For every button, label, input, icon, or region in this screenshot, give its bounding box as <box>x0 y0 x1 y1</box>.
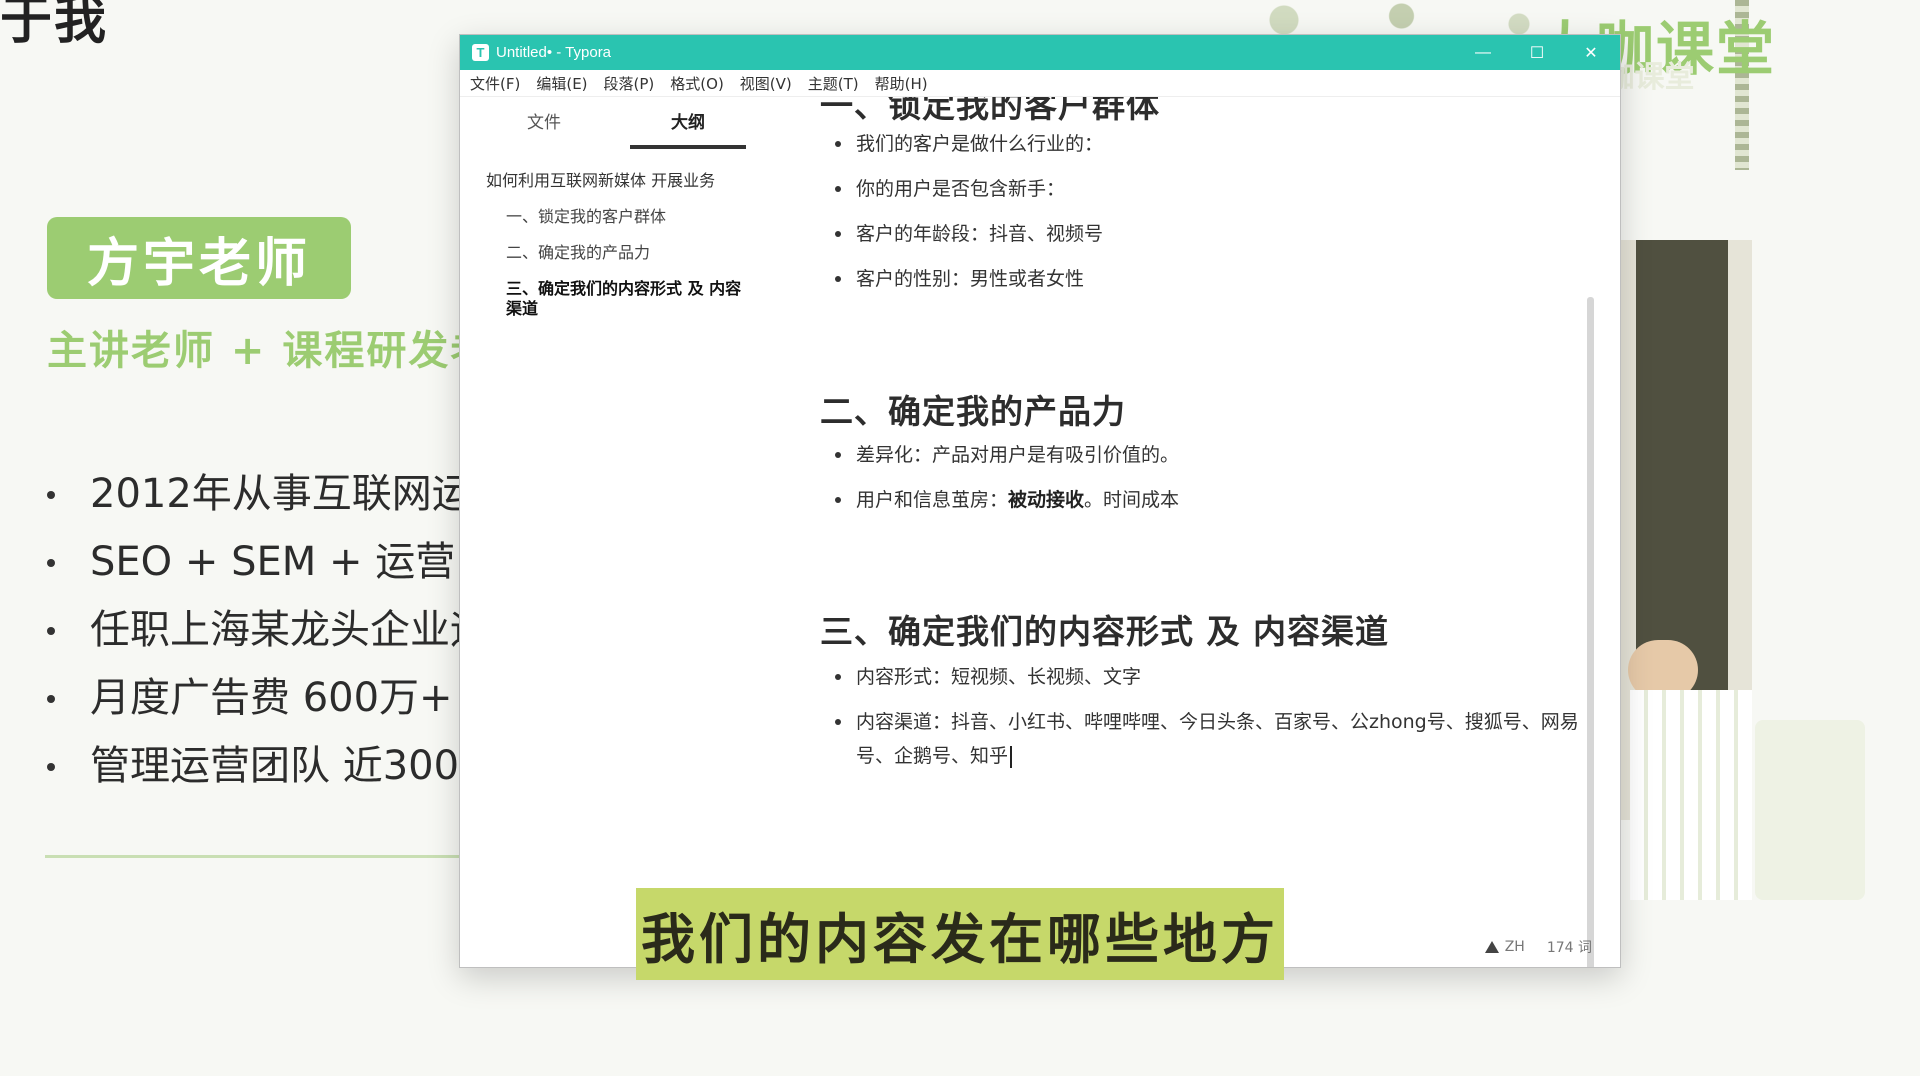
editor-area[interactable]: 一、锁定我的客户群体 我们的客户是做什么行业的： 你的用户是否包含新手： 客户的… <box>820 97 1600 967</box>
tab-outline[interactable]: 大纲 <box>630 97 746 149</box>
teacher-name-badge: 方宇老师 <box>47 217 351 299</box>
section-heading: 一、锁定我的客户群体 <box>820 97 1160 125</box>
bio-item: 任职上海某龙头企业运 <box>0 596 512 664</box>
bio-divider <box>45 855 465 858</box>
video-subtitle: 我们的内容发在哪些地方 <box>636 888 1284 980</box>
section-heading: 三、确定我们的内容形式 及 内容渠道 <box>820 612 1389 651</box>
teacher-role: 主讲老师 + 课程研发老 <box>47 328 493 374</box>
menu-theme[interactable]: 主题(T) <box>808 73 859 94</box>
lang-indicator[interactable]: ZH <box>1484 939 1525 955</box>
menu-paragraph[interactable]: 段落(P) <box>604 73 655 94</box>
menu-view[interactable]: 视图(V) <box>740 73 792 94</box>
text-cursor <box>1010 745 1013 768</box>
section2-list: 差异化：产品对用户是有吸引价值的。 用户和信息茧房：被动接收。时间成本 <box>820 438 1596 528</box>
item-bold-text: 被动接收 <box>1008 489 1085 511</box>
title-bar[interactable]: T Untitled• - Typora — ☐ ✕ <box>460 35 1620 70</box>
list-item: 客户的年龄段：抖音、视频号 <box>820 217 1596 251</box>
striped-decoration <box>1630 690 1752 900</box>
section-heading: 二、确定我的产品力 <box>820 392 1126 431</box>
list-item: 差异化：产品对用户是有吸引价值的。 <box>820 438 1596 472</box>
list-item: 我们的客户是做什么行业的： <box>820 127 1596 161</box>
typora-window: T Untitled• - Typora — ☐ ✕ 文件(F) 编辑(E) 段… <box>459 34 1621 968</box>
list-item: 内容形式：短视频、长视频、文字 <box>820 660 1596 694</box>
menu-format[interactable]: 格式(O) <box>670 73 724 94</box>
warning-icon <box>1484 941 1499 953</box>
teacher-bio-list: 2012年从事互联网运营 SEO + SEM + 运营 任职上海某龙头企业运 月… <box>0 460 512 800</box>
item-text: 。时间成本 <box>1084 489 1180 511</box>
sidebar: 文件 大纲 如何利用互联网新媒体 开展业务 一、锁定我的客户群体 二、确定我的产… <box>460 97 770 967</box>
maximize-icon[interactable]: ☐ <box>1524 40 1550 66</box>
menu-file[interactable]: 文件(F) <box>470 73 520 94</box>
menu-help[interactable]: 帮助(H) <box>875 73 928 94</box>
bio-item: SEO + SEM + 运营 <box>0 528 512 596</box>
typora-app-icon: T <box>472 44 489 61</box>
outline-item[interactable]: 一、锁定我的客户群体 <box>486 207 746 227</box>
sidebar-tabs: 文件 大纲 <box>460 97 770 149</box>
bio-item: 月度广告费 600万+ <box>0 664 512 732</box>
plant-pot-decoration <box>1755 720 1865 900</box>
list-item: 用户和信息茧房：被动接收。时间成本 <box>820 483 1596 517</box>
close-icon[interactable]: ✕ <box>1578 40 1604 66</box>
tab-files[interactable]: 文件 <box>492 97 596 149</box>
word-count[interactable]: 174 词 <box>1547 937 1592 957</box>
list-item: 内容渠道：抖音、小红书、哔哩哔哩、今日头条、百家号、公zhong号、搜狐号、网易… <box>820 705 1596 773</box>
window-title: Untitled• - Typora <box>496 44 612 61</box>
list-item: 你的用户是否包含新手： <box>820 172 1596 206</box>
window-controls: — ☐ ✕ <box>1470 35 1604 70</box>
outline-item[interactable]: 如何利用互联网新媒体 开展业务 <box>486 171 770 191</box>
section3-list: 内容形式：短视频、长视频、文字 内容渠道：抖音、小红书、哔哩哔哩、今日头条、百家… <box>820 660 1596 784</box>
section1-list: 我们的客户是做什么行业的： 你的用户是否包含新手： 客户的年龄段：抖音、视频号 … <box>820 127 1596 307</box>
bio-item: 管理运营团队 近300+ <box>0 732 512 800</box>
slide-title-fragment: 于我 <box>0 0 109 51</box>
scrollbar[interactable] <box>1587 297 1594 967</box>
menu-bar: 文件(F) 编辑(E) 段落(P) 格式(O) 视图(V) 主题(T) 帮助(H… <box>460 70 1620 97</box>
minimize-icon[interactable]: — <box>1470 40 1496 66</box>
status-bar: ZH 174 词 <box>1484 937 1592 957</box>
outline-item-active[interactable]: 三、确定我们的内容形式 及 内容渠道 <box>486 279 746 319</box>
outline-list: 如何利用互联网新媒体 开展业务 一、锁定我的客户群体 二、确定我的产品力 三、确… <box>460 149 770 319</box>
menu-edit[interactable]: 编辑(E) <box>536 73 587 94</box>
lang-label: ZH <box>1504 939 1525 955</box>
list-item: 客户的性别：男性或者女性 <box>820 262 1596 296</box>
item-text: 内容渠道：抖音、小红书、哔哩哔哩、今日头条、百家号、公zhong号、搜狐号、网易… <box>856 711 1579 767</box>
bio-item: 2012年从事互联网运营 <box>0 460 512 528</box>
outline-item[interactable]: 二、确定我的产品力 <box>486 243 746 263</box>
item-text: 用户和信息茧房： <box>856 489 1009 511</box>
